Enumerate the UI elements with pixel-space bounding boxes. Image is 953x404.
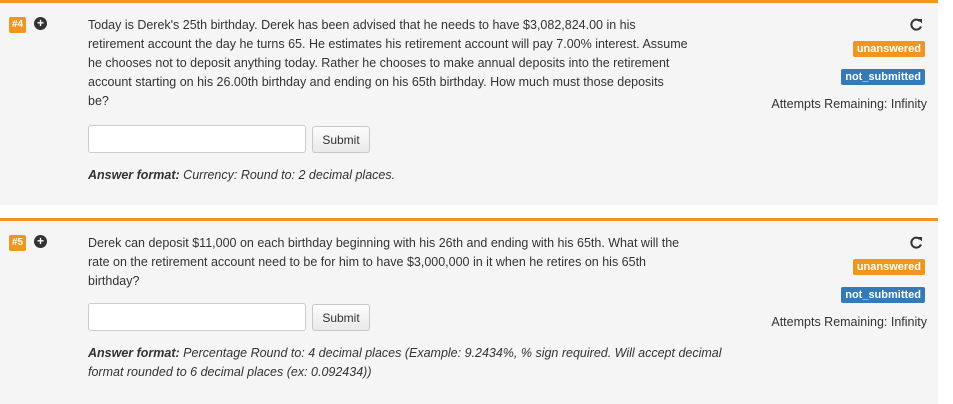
answer-input[interactable] <box>88 125 306 153</box>
status-badge-unanswered: unanswered <box>852 41 925 57</box>
submit-button[interactable]: Submit <box>312 304 370 331</box>
submit-button[interactable]: Submit <box>312 126 370 153</box>
answer-format-text: Currency: Round to: 2 decimal places. <box>183 168 396 182</box>
answer-format-label: Answer format: <box>88 168 180 182</box>
attempts-remaining: Attempts Remaining: Infinity <box>771 315 927 329</box>
answer-format: Answer format: Currency: Round to: 2 dec… <box>88 166 728 185</box>
plus-circle-icon[interactable]: + <box>34 235 47 248</box>
problem-card-4: #4 + Today is Derek's 25th birthday. Der… <box>0 0 938 205</box>
answer-format-label: Answer format: <box>88 346 180 360</box>
problem-card-5: #5 + Derek can deposit $11,000 on each b… <box>0 218 938 404</box>
question-text: Derek can deposit $11,000 on each birthd… <box>88 236 680 288</box>
answer-input[interactable] <box>88 303 306 331</box>
plus-circle-icon[interactable]: + <box>34 17 47 30</box>
status-badge-not-submitted: not_submitted <box>841 287 925 303</box>
problem-number-badge: #4 <box>9 17 27 33</box>
answer-format: Answer format: Percentage Round to: 4 de… <box>88 344 728 382</box>
problem-number-badge: #5 <box>9 235 27 251</box>
status-badge-not-submitted: not_submitted <box>841 69 925 85</box>
share-icon[interactable] <box>909 236 923 250</box>
status-badge-unanswered: unanswered <box>852 259 925 275</box>
attempts-remaining: Attempts Remaining: Infinity <box>771 97 927 111</box>
answer-format-text: Percentage Round to: 4 decimal places (E… <box>88 346 722 379</box>
share-icon[interactable] <box>909 18 923 32</box>
question-text: Today is Derek's 25th birthday. Derek ha… <box>88 18 688 108</box>
